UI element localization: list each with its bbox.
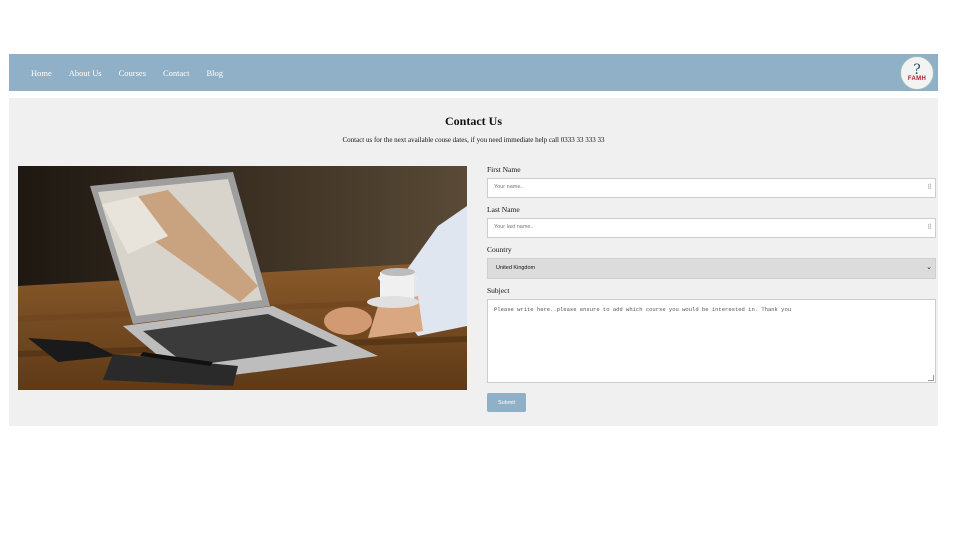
logo-question-icon: ? xyxy=(913,62,921,78)
handshake-laptop-image xyxy=(18,166,467,390)
last-name-field[interactable]: Your last name.. ⌷ xyxy=(487,218,936,238)
submit-button[interactable]: Submit xyxy=(487,393,526,412)
logo-text: FAMH xyxy=(907,76,927,82)
autofill-icon[interactable]: ⌷ xyxy=(928,183,932,192)
autofill-icon[interactable]: ⌷ xyxy=(928,223,932,232)
country-select[interactable]: United Kingdom ⌄ xyxy=(487,258,936,279)
site-logo[interactable]: ? FAMH xyxy=(900,56,934,90)
nav-contact[interactable]: Contact xyxy=(163,68,189,78)
page-title: Contact Us xyxy=(445,114,502,128)
handshake-laptop-illustration xyxy=(18,166,467,390)
subject-textarea[interactable]: Please write here..please ensure to add … xyxy=(487,299,936,383)
chevron-down-icon: ⌄ xyxy=(926,263,932,271)
nav-courses[interactable]: Courses xyxy=(119,68,146,78)
page-subtitle: Contact us for the next available couse … xyxy=(342,136,605,144)
nav-blog[interactable]: Blog xyxy=(206,68,223,78)
last-name-label: Last Name xyxy=(487,205,520,214)
subject-label: Subject xyxy=(487,286,510,295)
nav-home[interactable]: Home xyxy=(31,68,52,78)
nav-about-us[interactable]: About Us xyxy=(69,68,102,78)
subject-placeholder: Please write here..please ensure to add … xyxy=(494,306,792,313)
country-label: Country xyxy=(487,245,512,254)
first-name-placeholder: Your name.. xyxy=(494,184,524,190)
last-name-placeholder: Your last name.. xyxy=(494,224,534,230)
first-name-field[interactable]: Your name.. ⌷ xyxy=(487,178,936,198)
first-name-label: First Name xyxy=(487,165,521,174)
resize-handle-icon[interactable] xyxy=(928,375,934,381)
nav-links: Home About Us Courses Contact Blog xyxy=(31,54,240,91)
contact-section: Contact Us Contact us for the next avail… xyxy=(9,98,938,426)
top-navbar: Home About Us Courses Contact Blog ? FAM… xyxy=(9,54,938,91)
contact-form: First Name Your name.. ⌷ Last Name Your … xyxy=(487,166,936,412)
country-value: United Kingdom xyxy=(496,265,536,271)
